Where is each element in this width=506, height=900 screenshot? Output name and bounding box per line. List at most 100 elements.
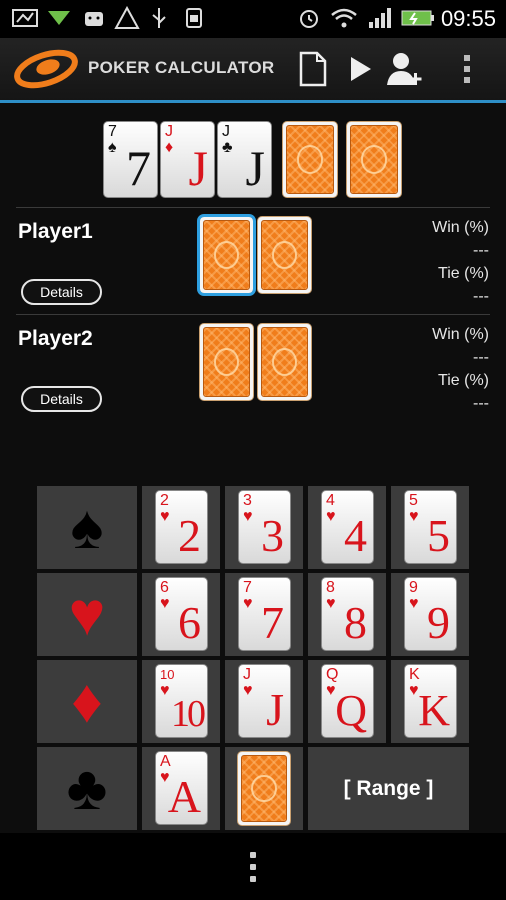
rank-10-button[interactable]: 10 ♥ 10 [142,660,220,743]
card-rank-large: 7 [261,597,284,648]
add-player-button[interactable] [384,48,426,90]
player2-card-2[interactable] [257,323,312,401]
tie-label: Tie (%) [438,265,489,282]
overflow-menu-button[interactable] [446,48,488,90]
rank-a-button[interactable]: A ♥ A [142,747,220,830]
card-rank: 5 [409,492,418,509]
android-debug-icon [180,6,208,30]
card-back-icon [203,327,250,397]
card-rank: 4 [326,492,335,509]
card-back-icon [241,755,287,822]
card-rank-large: K [418,686,450,735]
card-4-hearts: 4 ♥ 4 [321,490,374,564]
status-bar: 09:55 [0,0,506,38]
player2-card-1[interactable] [199,323,254,401]
win-value: --- [473,349,489,366]
card-back-icon [261,220,308,290]
card-back-icon [350,125,398,194]
card-rank: 10 [160,667,175,682]
suit-diamonds-button[interactable]: ♦ [37,660,137,743]
rank-2-button[interactable]: 2 ♥ 2 [142,486,220,569]
card-2-hearts: 2 ♥ 2 [155,490,208,564]
app-title: POKER CALCULATOR [88,58,275,77]
card-rank: A [160,753,171,770]
card-rank-large: 4 [344,510,367,561]
new-file-button[interactable] [292,48,334,90]
board-card-3[interactable]: J ♣ J [217,121,272,198]
rank-k-button[interactable]: K ♥ K [391,660,469,743]
win-label: Win (%) [432,219,489,236]
board-card-4[interactable] [282,121,338,198]
heart-icon: ♥ [243,508,253,525]
diamond-icon: ♦ [71,666,103,736]
player-name: Player2 [18,327,93,350]
main-content: 7 ♠ 7 J ♦ J J ♣ J Player1 Details Win (%… [0,103,506,833]
divider [16,314,490,315]
card-rank: 3 [243,492,252,509]
card-back-icon [261,327,308,397]
menu-icon[interactable] [246,852,260,882]
rank-9-button[interactable]: 9 ♥ 9 [391,573,469,656]
card-6-hearts: 6 ♥ 6 [155,577,208,651]
club-icon: ♣ [66,753,108,823]
rank-6-button[interactable]: 6 ♥ 6 [142,573,220,656]
player-name: Player1 [18,220,93,243]
action-bar: POKER CALCULATOR [0,38,506,103]
card-back-icon [286,125,334,194]
card-rank-large: Q [335,686,367,735]
range-button[interactable]: [ Range ] [308,747,469,830]
usb-icon [146,6,172,30]
player1-card-1[interactable] [197,214,256,296]
rank-j-button[interactable]: J ♥ J [225,660,303,743]
tie-value: --- [473,395,489,412]
card-rank-large: 6 [178,597,201,648]
card-rank: J [165,123,173,140]
rank-5-button[interactable]: 5 ♥ 5 [391,486,469,569]
card-rank-large: 5 [427,510,450,561]
status-clock: 09:55 [440,6,496,31]
navigation-bar [0,833,506,900]
card-rank-large: 8 [344,597,367,648]
rank-3-button[interactable]: 3 ♥ 3 [225,486,303,569]
suit-spades-button[interactable]: ♠ [37,486,137,569]
details-button[interactable]: Details [21,386,102,412]
card-rank-large: 2 [178,510,201,561]
tie-value: --- [473,288,489,305]
player1-card-2[interactable] [257,216,312,294]
card-3-hearts: 3 ♥ 3 [238,490,291,564]
heart-icon: ♥ [409,508,419,525]
battery-charging-icon [398,6,436,30]
rank-q-button[interactable]: Q ♥ Q [308,660,386,743]
board-card-5[interactable] [346,121,402,198]
card-rank: J [243,666,251,683]
card-rank-large: J [245,140,265,196]
heart-icon: ♥ [409,682,419,699]
card-back [237,751,291,826]
board-card-2[interactable]: J ♦ J [160,121,215,198]
rank-8-button[interactable]: 8 ♥ 8 [308,573,386,656]
heart-icon: ♥ [409,595,419,612]
add-player-icon [387,53,422,85]
win-value: --- [473,242,489,259]
spade-icon: ♠ [70,492,104,562]
details-button[interactable]: Details [21,279,102,305]
card-rank-large: J [188,140,208,196]
suit-hearts-button[interactable]: ♥ [37,573,137,656]
heart-icon: ♥ [160,682,170,699]
heart-icon: ♥ [243,595,253,612]
card-rank-large: 7 [126,140,151,196]
warning-icon [113,6,141,30]
heart-icon: ♥ [326,595,336,612]
rank-4-button[interactable]: 4 ♥ 4 [308,486,386,569]
heart-icon: ♥ [68,579,106,649]
play-button[interactable] [340,48,382,90]
board-card-1[interactable]: 7 ♠ 7 [103,121,158,198]
wifi-icon [330,6,358,30]
new-file-icon [299,51,327,87]
card-back-button[interactable] [225,747,303,830]
suit-clubs-button[interactable]: ♣ [37,747,137,830]
divider [16,207,490,208]
card-j-hearts: J ♥ J [238,664,291,738]
rank-7-button[interactable]: 7 ♥ 7 [225,573,303,656]
heart-icon: ♥ [243,682,253,699]
